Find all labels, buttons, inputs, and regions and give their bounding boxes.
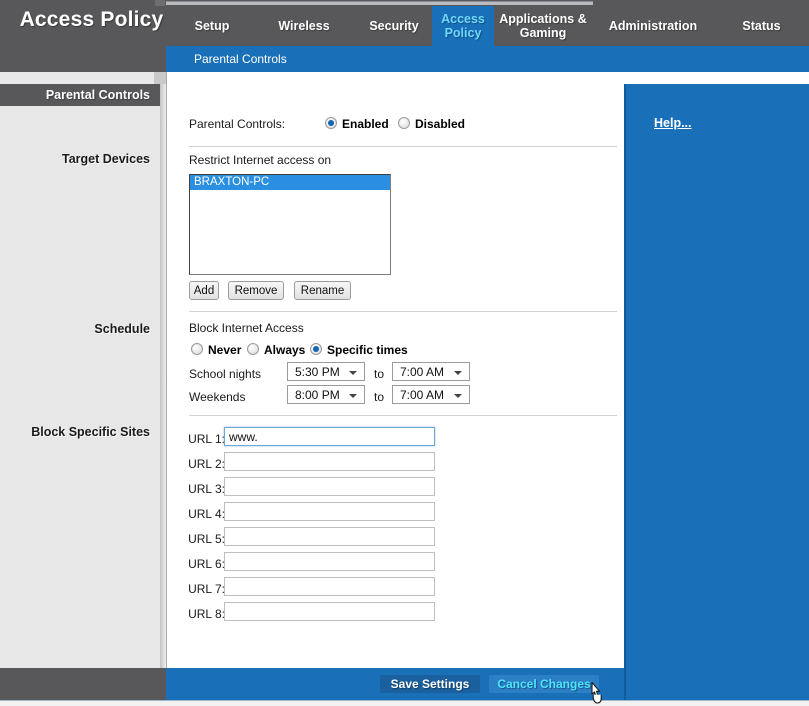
url-5-label: URL 5: [188,532,225,546]
radio-parental-controls-disabled[interactable] [398,117,410,129]
weekends-from-value: 8:00 PM [295,387,340,402]
url-4-label: URL 4: [188,507,225,521]
subnav-left-filler [0,46,166,72]
nav-tab-status[interactable]: Status [714,6,809,46]
list-item[interactable]: BRAXTON-PC [190,175,390,190]
url-4-input[interactable] [224,502,435,521]
label-parental-controls-disabled: Disabled [415,117,466,131]
radio-block-never[interactable] [191,343,203,355]
page-title: Access Policy [19,8,164,31]
label-block-always: Always [264,343,306,357]
url-1-input[interactable]: www. [224,427,435,446]
divider-schedule [189,311,617,312]
label-block-never: Never [208,343,242,357]
weekends-to-label: to [374,390,385,404]
divider-top [189,146,617,147]
parental-controls-label: Parental Controls: [189,117,286,131]
url-3-input[interactable] [224,477,435,496]
main-content: Parental Controls: Enabled Disabled Rest… [166,84,624,668]
radio-parental-controls-enabled[interactable] [325,117,337,129]
nav-tab-wireless[interactable]: Wireless [258,6,350,46]
school-nights-to-select[interactable]: 7:00 AM [392,362,470,381]
chevron-down-icon [349,394,357,398]
nav-tab-applications-gaming[interactable]: Applications & Gaming [494,6,592,46]
label-parental-controls-enabled: Enabled [342,117,389,131]
divider-block-sites [189,415,617,416]
nav-tab-administration[interactable]: Administration [592,6,714,46]
target-devices-listbox[interactable]: BRAXTON-PC [189,174,391,275]
school-nights-from-select[interactable]: 5:30 PM [287,362,365,381]
sub-navigation: Parental Controls [166,46,809,72]
url-1-value: www. [229,429,258,444]
nav-tab-access-policy[interactable]: Access Policy [432,6,494,46]
chevron-down-icon [454,394,462,398]
footer-action-area: Save Settings Cancel Changes [166,668,624,700]
nav-tab-security[interactable]: Security [350,6,438,46]
weekends-to-select[interactable]: 7:00 AM [392,385,470,404]
remove-button[interactable]: Remove [228,281,284,300]
school-nights-to-value: 7:00 AM [400,364,445,379]
block-access-label: Block Internet Access [189,321,304,335]
add-button[interactable]: Add [189,281,219,300]
chevron-down-icon [349,371,357,375]
sidebar-label-target-devices: Target Devices [61,152,150,166]
cancel-changes-button[interactable]: Cancel Changes [489,675,599,693]
school-nights-to-label: to [374,367,385,381]
school-nights-from-value: 5:30 PM [295,364,340,379]
weekends-to-value: 7:00 AM [400,387,445,402]
chevron-down-icon [454,371,462,375]
url-2-input[interactable] [224,452,435,471]
url-2-label: URL 2: [188,457,225,471]
separator-row-right [166,72,809,84]
url-6-input[interactable] [224,552,435,571]
sidebar-label-block-specific-sites: Block Specific Sites [31,425,150,439]
router-admin-page: Access Policy Setup Wireless Security Ac… [0,0,809,706]
subnav-item-parental-controls[interactable]: Parental Controls [186,46,295,72]
url-6-label: URL 6: [188,557,225,571]
url-1-label: URL 1: [188,432,225,446]
url-5-input[interactable] [224,527,435,546]
url-8-input[interactable] [224,602,435,621]
url-7-label: URL 7: [188,582,225,596]
url-3-label: URL 3: [188,482,225,496]
radio-block-always[interactable] [247,343,259,355]
top-chrome-bar [166,1,593,5]
url-8-label: URL 8: [188,607,225,621]
label-block-specific-times: Specific times [327,343,408,357]
separator-tick [154,72,166,84]
footer-right-filler [624,668,809,700]
sidebar-header: Parental Controls [0,84,160,106]
sidebar-label-schedule: Schedule [94,322,150,336]
radio-block-specific-times[interactable] [310,343,322,355]
window-bottom-edge [0,700,809,706]
nav-tab-setup[interactable]: Setup [166,6,258,46]
url-7-input[interactable] [224,577,435,596]
main-navigation: Setup Wireless Security Access Policy Ap… [166,6,809,46]
school-nights-label: School nights [189,367,262,381]
weekends-from-select[interactable]: 8:00 PM [287,385,365,404]
rename-button[interactable]: Rename [294,281,351,300]
restrict-access-label: Restrict Internet access on [189,153,332,167]
help-link[interactable]: Help... [654,116,692,130]
weekends-label: Weekends [189,390,246,404]
right-help-panel: Help... [624,84,809,668]
save-settings-button[interactable]: Save Settings [380,675,480,693]
left-sidebar: Parental Controls Target Devices Schedul… [0,84,160,668]
